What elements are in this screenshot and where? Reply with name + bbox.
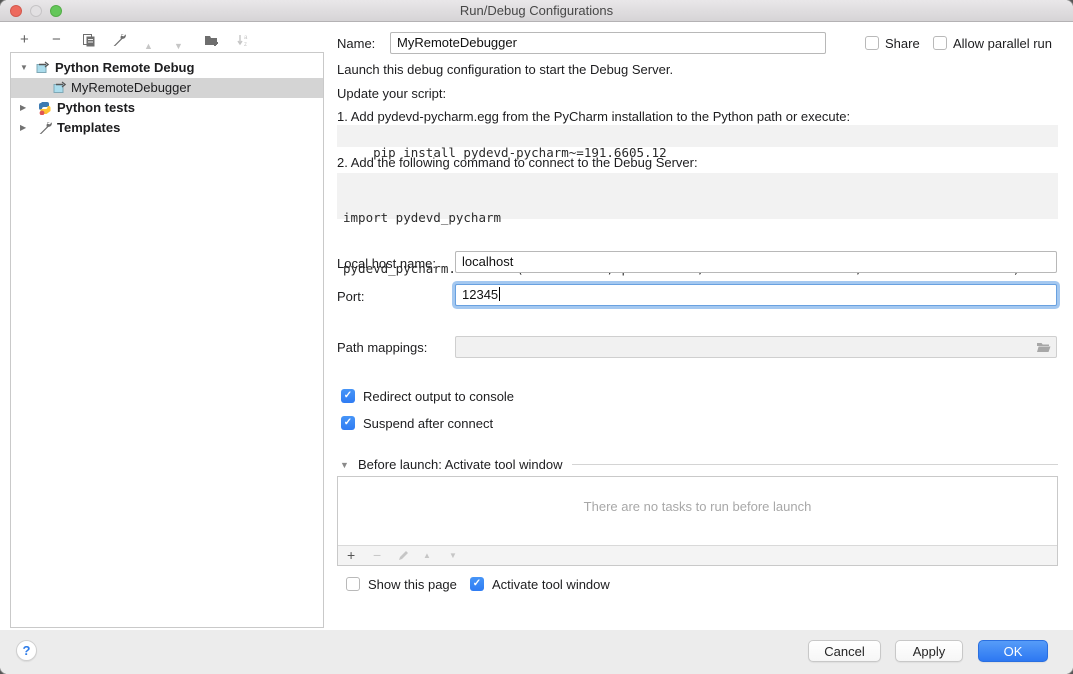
tree-item-python-tests[interactable]: ▶ Python tests (11, 98, 323, 118)
add-configuration-icon[interactable]: + (20, 31, 29, 49)
show-this-page-checkbox[interactable] (346, 577, 360, 591)
window-title: Run/Debug Configurations (0, 3, 1073, 18)
before-launch-task-list: There are no tasks to run before launch … (337, 476, 1058, 566)
local-host-name-input[interactable]: localhost (455, 251, 1057, 273)
remote-debug-icon (36, 61, 50, 75)
instruction-line-2: Update your script: (337, 86, 446, 101)
code-line-1: import pydevd_pycharm (343, 209, 1052, 226)
tree-item-templates[interactable]: ▶ Templates (11, 118, 323, 138)
svg-text:z: z (244, 42, 247, 47)
chevron-down-icon[interactable]: ▼ (20, 58, 28, 78)
help-button[interactable]: ? (16, 640, 37, 661)
no-tasks-message: There are no tasks to run before launch (338, 499, 1057, 514)
before-launch-title: Before launch: Activate tool window (358, 457, 563, 472)
edit-task-icon (397, 549, 410, 562)
activate-tool-window-label[interactable]: Activate tool window (492, 577, 610, 592)
tree-item-label: Python tests (57, 98, 135, 118)
apply-button[interactable]: Apply (895, 640, 963, 662)
path-mappings-label: Path mappings: (337, 340, 427, 355)
tree-item-myremotedebugger[interactable]: MyRemoteDebugger (11, 78, 323, 98)
instruction-step-2: 2. Add the following command to connect … (337, 155, 698, 170)
name-label: Name: (337, 36, 375, 51)
run-debug-configurations-dialog: Run/Debug Configurations + − ▲ ▼ az ▼ Py… (0, 0, 1073, 674)
before-launch-collapse-icon[interactable]: ▼ (340, 460, 349, 470)
browse-folder-icon[interactable] (1036, 341, 1051, 354)
sort-alphabetically-icon: az (236, 33, 250, 47)
add-task-icon[interactable]: + (347, 547, 355, 563)
instruction-step-1: 1. Add pydevd-pycharm.egg from the PyCha… (337, 109, 850, 124)
suspend-after-connect-checkbox[interactable]: ✓ (341, 416, 355, 430)
settrace-code-block: import pydevd_pycharm pydevd_pycharm.set… (337, 173, 1058, 219)
pip-install-command: pip install pydevd-pycharm~=191.6605.12 (337, 125, 1058, 147)
copy-configuration-icon[interactable] (82, 33, 96, 47)
port-label: Port: (337, 289, 364, 304)
before-launch-separator (572, 464, 1058, 465)
configurations-tree: ▼ Python Remote Debug MyRemoteDebugger ▶… (10, 52, 324, 628)
move-task-up-icon: ▲ (423, 551, 431, 560)
dialog-footer: ? Cancel Apply OK (0, 630, 1073, 674)
tree-item-label: Templates (57, 118, 120, 138)
tree-item-python-remote-debug[interactable]: ▼ Python Remote Debug (11, 58, 323, 78)
python-tests-icon (38, 101, 52, 115)
path-mappings-input[interactable] (455, 336, 1057, 358)
local-host-name-label: Local host name: (337, 256, 436, 271)
tree-item-label: Python Remote Debug (55, 58, 194, 78)
remove-task-icon: − (373, 547, 381, 563)
port-input[interactable]: 12345 (455, 284, 1057, 306)
redirect-output-label[interactable]: Redirect output to console (363, 389, 514, 404)
remote-debug-icon (53, 81, 67, 95)
chevron-right-icon[interactable]: ▶ (20, 118, 26, 138)
ok-button[interactable]: OK (978, 640, 1048, 662)
allow-parallel-run-checkbox[interactable] (933, 36, 947, 50)
move-task-down-icon: ▼ (449, 551, 457, 560)
tree-item-label: MyRemoteDebugger (71, 78, 191, 98)
chevron-right-icon[interactable]: ▶ (20, 98, 26, 118)
remove-configuration-icon[interactable]: − (52, 31, 61, 49)
before-launch-toolbar: + − ▲ ▼ (338, 545, 1057, 565)
text-caret (499, 287, 500, 301)
share-label[interactable]: Share (885, 36, 920, 51)
instruction-line-1: Launch this debug configuration to start… (337, 62, 673, 77)
name-value: MyRemoteDebugger (397, 35, 517, 50)
activate-tool-window-checkbox[interactable]: ✓ (470, 577, 484, 591)
cancel-button[interactable]: Cancel (808, 640, 881, 662)
svg-text:a: a (244, 35, 248, 41)
share-checkbox[interactable] (865, 36, 879, 50)
port-value: 12345 (462, 287, 498, 302)
wrench-icon (38, 121, 52, 135)
name-input[interactable]: MyRemoteDebugger (390, 32, 826, 54)
redirect-output-checkbox[interactable]: ✓ (341, 389, 355, 403)
suspend-after-connect-label[interactable]: Suspend after connect (363, 416, 493, 431)
edit-templates-icon[interactable] (112, 33, 126, 47)
title-bar: Run/Debug Configurations (0, 0, 1073, 22)
show-this-page-label[interactable]: Show this page (368, 577, 457, 592)
local-host-name-value: localhost (462, 254, 513, 269)
new-folder-icon[interactable] (204, 33, 219, 47)
allow-parallel-run-label[interactable]: Allow parallel run (953, 36, 1052, 51)
